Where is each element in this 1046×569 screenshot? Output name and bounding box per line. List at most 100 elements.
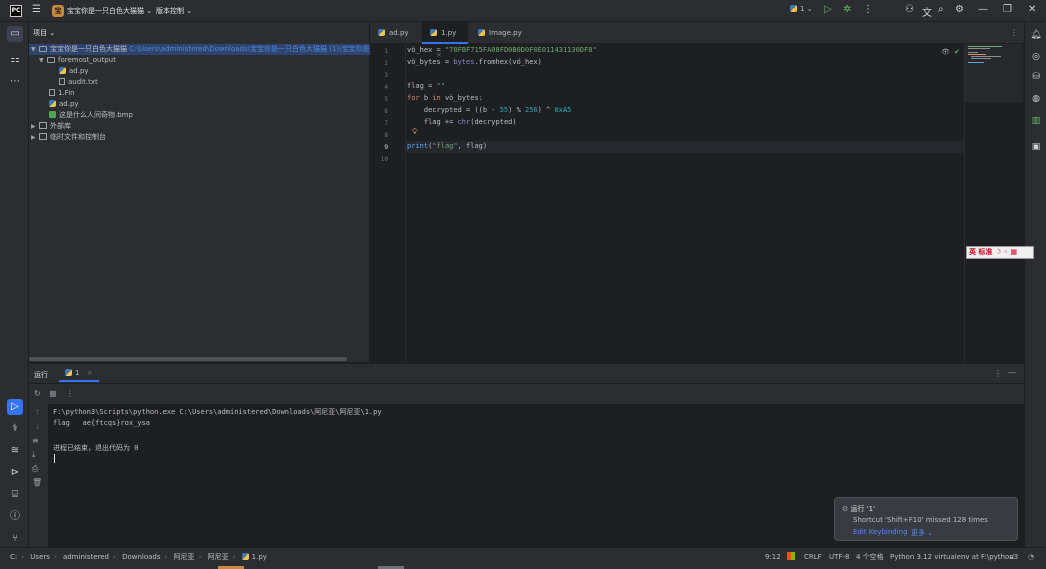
tree-row[interactable]: ad.py	[59, 66, 89, 77]
python-interpreter[interactable]: Python 3.12 virtualenv at F:\python3	[890, 548, 1018, 566]
inspection-ok-icon[interactable]: ✔	[954, 48, 960, 56]
project-tool-icon[interactable]: ▭	[7, 26, 23, 42]
more-icon[interactable]: ⋮	[994, 369, 1002, 378]
run-tool-icon[interactable]: ▷	[7, 399, 23, 415]
more-icon[interactable]: ⋮	[863, 4, 873, 15]
tree-row[interactable]: 这是什么人间奇物.bmp	[49, 110, 133, 121]
line-ending[interactable]: CRLF	[804, 548, 822, 566]
code-line: vö_hex = "70FBF715FA08FD0B0D0F0E01143113…	[407, 46, 597, 54]
chevron-down-icon: ▼	[39, 57, 44, 64]
console-line: F:\python3\Scripts\python.exe C:\Users\a…	[53, 408, 382, 416]
code-line: flag += chr(decrypted)	[407, 118, 517, 126]
horizontal-scrollbar[interactable]	[29, 357, 347, 361]
project-panel-header[interactable]: 项目 ⌄	[33, 28, 55, 38]
chevron-down-icon: ⌄	[146, 7, 153, 15]
minimize-icon[interactable]: —	[978, 4, 988, 15]
breadcrumb-item[interactable]: administered	[63, 553, 109, 561]
lightbulb-icon[interactable]: 💡︎	[412, 127, 418, 137]
close-icon[interactable]: ✕	[1028, 4, 1036, 15]
breadcrumb-item[interactable]: 阿尼亚	[174, 553, 195, 561]
lock-icon[interactable]: 🔓︎	[1010, 548, 1015, 566]
debug-icon[interactable]: ✲	[843, 4, 851, 15]
more-link[interactable]: 更多 ⌄	[911, 528, 933, 538]
run-tab[interactable]: 1 ×	[59, 366, 99, 382]
close-tab-icon[interactable]: ×	[87, 369, 93, 377]
down-arrow-icon[interactable]: ↓	[34, 422, 41, 431]
tree-row[interactable]: ▼ foremost_output	[39, 55, 116, 66]
more-tools-icon[interactable]: ⋯	[7, 74, 23, 90]
settings-icon[interactable]: ⚙	[955, 4, 964, 15]
up-arrow-icon[interactable]: ↑	[34, 408, 41, 417]
text-cursor	[54, 454, 55, 463]
indent-setting[interactable]: 4 个空格	[856, 548, 884, 566]
tab-options-icon[interactable]: ⋮	[1010, 28, 1018, 37]
minimap[interactable]	[964, 44, 1024, 362]
tree-row[interactable]: ▶ 临时文件和控制台	[31, 132, 106, 143]
stop-icon[interactable]: ■	[49, 389, 57, 398]
database-icon[interactable]: ⛁	[1029, 70, 1043, 84]
breadcrumb-item[interactable]: Users	[30, 553, 50, 561]
restore-icon[interactable]: ❐	[1003, 4, 1012, 15]
scroll-to-end-icon[interactable]: ⤓	[32, 450, 36, 460]
edit-keybinding-link[interactable]: Edit Keybinding	[853, 528, 908, 536]
run-config-label: 1	[800, 5, 805, 13]
run-icon[interactable]: ▷	[824, 4, 832, 15]
breadcrumb-item[interactable]: 1.py	[252, 553, 267, 561]
line-number: 7	[384, 120, 388, 127]
tab-1-py[interactable]: 1.py ×	[422, 22, 468, 59]
chevron-down-icon: ⌄	[186, 7, 193, 15]
tree-row[interactable]: ▼ 宝宝你是一只白色大猫猫 C:\Users\administered\Downl…	[29, 44, 398, 55]
line-number: 4	[384, 84, 388, 91]
project-name: 宝宝你是一只白色大猫猫	[67, 7, 144, 15]
tree-row[interactable]: audit.txt	[59, 77, 98, 88]
soft-wrap-icon[interactable]: ≡	[32, 436, 39, 445]
python-packages-icon[interactable]: ⚕	[7, 421, 23, 437]
breadcrumb-item[interactable]: 阿尼亚	[208, 553, 229, 561]
problems-icon[interactable]: ⓘ	[7, 509, 23, 525]
reader-mode-icon[interactable]: 👁︎	[941, 48, 950, 56]
breadcrumb-item[interactable]: C:	[10, 553, 17, 561]
git-icon[interactable]: ⑂	[7, 531, 23, 547]
chart-icon[interactable]: ▥	[1029, 114, 1043, 128]
translate-icon[interactable]: 文	[922, 4, 932, 19]
console-side-toolbar: ↑ ↓ ≡ ⤓ ⎙ 🗑︎	[29, 404, 48, 547]
tree-row[interactable]: ad.py	[49, 99, 79, 110]
editor-tabs: ad.py 1.py × Image.py ⋮	[370, 22, 1024, 59]
tab-image-py[interactable]: Image.py	[470, 22, 530, 44]
breadcrumb-item[interactable]: Downloads	[122, 553, 160, 561]
project-panel: 项目 ⌄ ▼ 宝宝你是一只白色大猫猫 C:\Users\administered\…	[29, 22, 398, 362]
tab-ad-py[interactable]: ad.py	[370, 22, 420, 44]
ime-status: 英 标准 ☽ ◦ ▦	[969, 248, 1018, 256]
services-icon[interactable]: ⊳	[7, 465, 23, 481]
print-icon[interactable]: ⎙	[32, 464, 38, 474]
rerun-icon[interactable]: ↻	[34, 389, 41, 398]
tree-row[interactable]: 1.Fin	[49, 88, 75, 99]
line-number: 9	[384, 144, 388, 151]
account-icon[interactable]: ⚇	[905, 4, 914, 15]
remote-icon[interactable]: ◍	[1029, 92, 1043, 106]
python-file-icon	[59, 67, 66, 74]
project-switcher[interactable]: 宝宝你是一只白色大猫猫 ⌄	[67, 6, 152, 16]
trash-icon[interactable]: 🗑︎	[32, 478, 42, 487]
search-icon[interactable]: ⌕	[938, 4, 944, 15]
notification-popup[interactable]: ⚙ 运行 '1' Shortcut 'Shift+F10' missed 128…	[834, 497, 1018, 541]
menu-icon[interactable]: ☰	[32, 4, 41, 15]
terminal-icon[interactable]: ⌸	[7, 487, 23, 503]
layers-icon[interactable]: ≋	[7, 443, 23, 459]
python-file-icon	[478, 29, 485, 36]
tree-row[interactable]: ▶ 外部库	[31, 121, 71, 132]
folder-icon	[39, 46, 47, 52]
more-icon[interactable]: ⋮	[66, 389, 74, 398]
caret-position[interactable]: 9:12	[765, 548, 781, 566]
hide-panel-icon[interactable]: —	[1008, 368, 1016, 377]
folder-icon	[47, 57, 55, 63]
structure-tool-icon[interactable]: ⚏	[7, 52, 23, 68]
ime-toolbar[interactable]: 英 标准 ☽ ◦ ▦	[966, 246, 1034, 259]
notifications-icon[interactable]: 🔔︎	[1029, 28, 1043, 42]
file-encoding[interactable]: UTF-8	[829, 548, 849, 566]
memory-indicator-icon[interactable]: ◔	[1028, 548, 1034, 566]
vcs-menu[interactable]: 版本控制 ⌄	[156, 6, 192, 16]
sciview-icon[interactable]: ▣	[1029, 140, 1043, 154]
ai-assistant-icon[interactable]: ◎	[1029, 50, 1043, 64]
run-config-selector[interactable]: 1 ⌄	[790, 5, 813, 13]
